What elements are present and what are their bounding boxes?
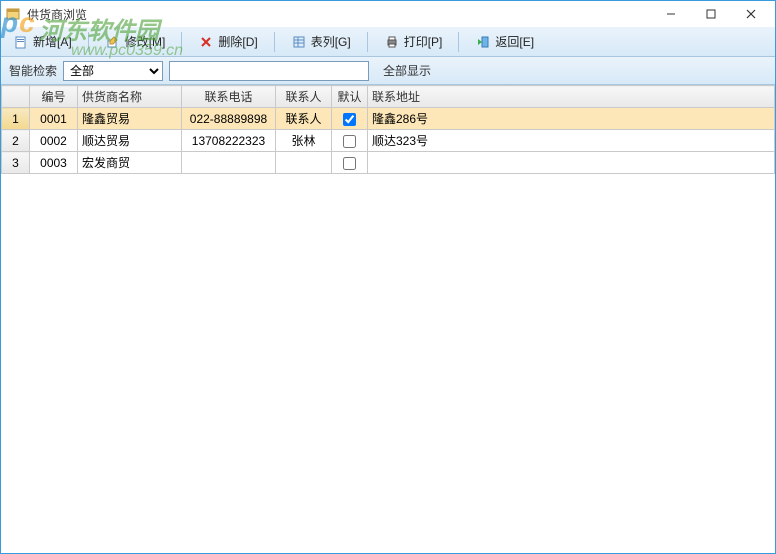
separator [181,32,182,52]
supplier-table: 编号 供货商名称 联系电话 联系人 默认 联系地址 10001隆鑫贸易022-8… [1,85,775,174]
search-label: 智能检索 [9,62,57,79]
cell-address[interactable] [368,152,775,174]
filter-bar: 智能检索 全部 全部显示 [1,57,775,85]
header-phone[interactable]: 联系电话 [182,86,276,108]
grid-button[interactable]: 表列[G] [285,31,357,52]
cell-name[interactable]: 顺达贸易 [78,130,182,152]
back-button[interactable]: 返回[E] [469,31,540,52]
separator [88,32,89,52]
separator [367,32,368,52]
window-title: 供货商浏览 [27,6,651,23]
cell-phone[interactable]: 13708222323 [182,130,276,152]
search-input[interactable] [169,61,369,81]
header-name[interactable]: 供货商名称 [78,86,182,108]
delete-label: 删除[D] [218,33,257,50]
cell-default[interactable] [332,130,368,152]
window-controls [651,1,771,27]
cell-name[interactable]: 隆鑫贸易 [78,108,182,130]
separator [274,32,275,52]
row-index[interactable]: 3 [2,152,30,174]
cell-phone[interactable] [182,152,276,174]
default-checkbox[interactable] [343,113,356,126]
edit-button[interactable]: 修改[M] [99,31,172,52]
print-icon [384,34,400,50]
cell-code[interactable]: 0003 [30,152,78,174]
cell-contact[interactable]: 联系人 [276,108,332,130]
default-checkbox[interactable] [343,157,356,170]
cell-phone[interactable]: 022-88889898 [182,108,276,130]
cell-address[interactable]: 隆鑫286号 [368,108,775,130]
header-default[interactable]: 默认 [332,86,368,108]
edit-icon [105,34,121,50]
toolbar: 新增[A] 修改[M] 删除[D] 表列[G] 打印[P] 返回[E] [1,27,775,57]
new-label: 新增[A] [33,33,72,50]
back-label: 返回[E] [495,33,534,50]
cell-code[interactable]: 0002 [30,130,78,152]
delete-icon [198,34,214,50]
new-button[interactable]: 新增[A] [7,31,78,52]
cell-default[interactable] [332,108,368,130]
table-header-row: 编号 供货商名称 联系电话 联系人 默认 联系地址 [2,86,775,108]
close-button[interactable] [731,1,771,27]
print-button[interactable]: 打印[P] [378,31,449,52]
header-code[interactable]: 编号 [30,86,78,108]
header-address[interactable]: 联系地址 [368,86,775,108]
cell-name[interactable]: 宏发商贸 [78,152,182,174]
table-area: 编号 供货商名称 联系电话 联系人 默认 联系地址 10001隆鑫贸易022-8… [1,85,775,174]
edit-label: 修改[M] [125,33,166,50]
delete-button[interactable]: 删除[D] [192,31,263,52]
show-all-button[interactable]: 全部显示 [375,60,439,81]
grid-icon [291,34,307,50]
cell-contact[interactable] [276,152,332,174]
cell-address[interactable]: 顺达323号 [368,130,775,152]
table-row[interactable]: 20002顺达贸易13708222323张林 顺达323号 [2,130,775,152]
header-rownum[interactable] [2,86,30,108]
row-index[interactable]: 2 [2,130,30,152]
grid-label: 表列[G] [311,33,351,50]
table-row[interactable]: 10001隆鑫贸易022-88889898联系人 隆鑫286号 [2,108,775,130]
app-icon [5,6,21,22]
default-checkbox[interactable] [343,135,356,148]
cell-default[interactable] [332,152,368,174]
filter-select[interactable]: 全部 [63,61,163,81]
back-icon [475,34,491,50]
separator [458,32,459,52]
cell-code[interactable]: 0001 [30,108,78,130]
titlebar: 供货商浏览 [1,1,775,27]
row-index[interactable]: 1 [2,108,30,130]
new-icon [13,34,29,50]
minimize-button[interactable] [651,1,691,27]
header-contact[interactable]: 联系人 [276,86,332,108]
print-label: 打印[P] [404,33,443,50]
maximize-button[interactable] [691,1,731,27]
table-row[interactable]: 30003宏发商贸 [2,152,775,174]
cell-contact[interactable]: 张林 [276,130,332,152]
